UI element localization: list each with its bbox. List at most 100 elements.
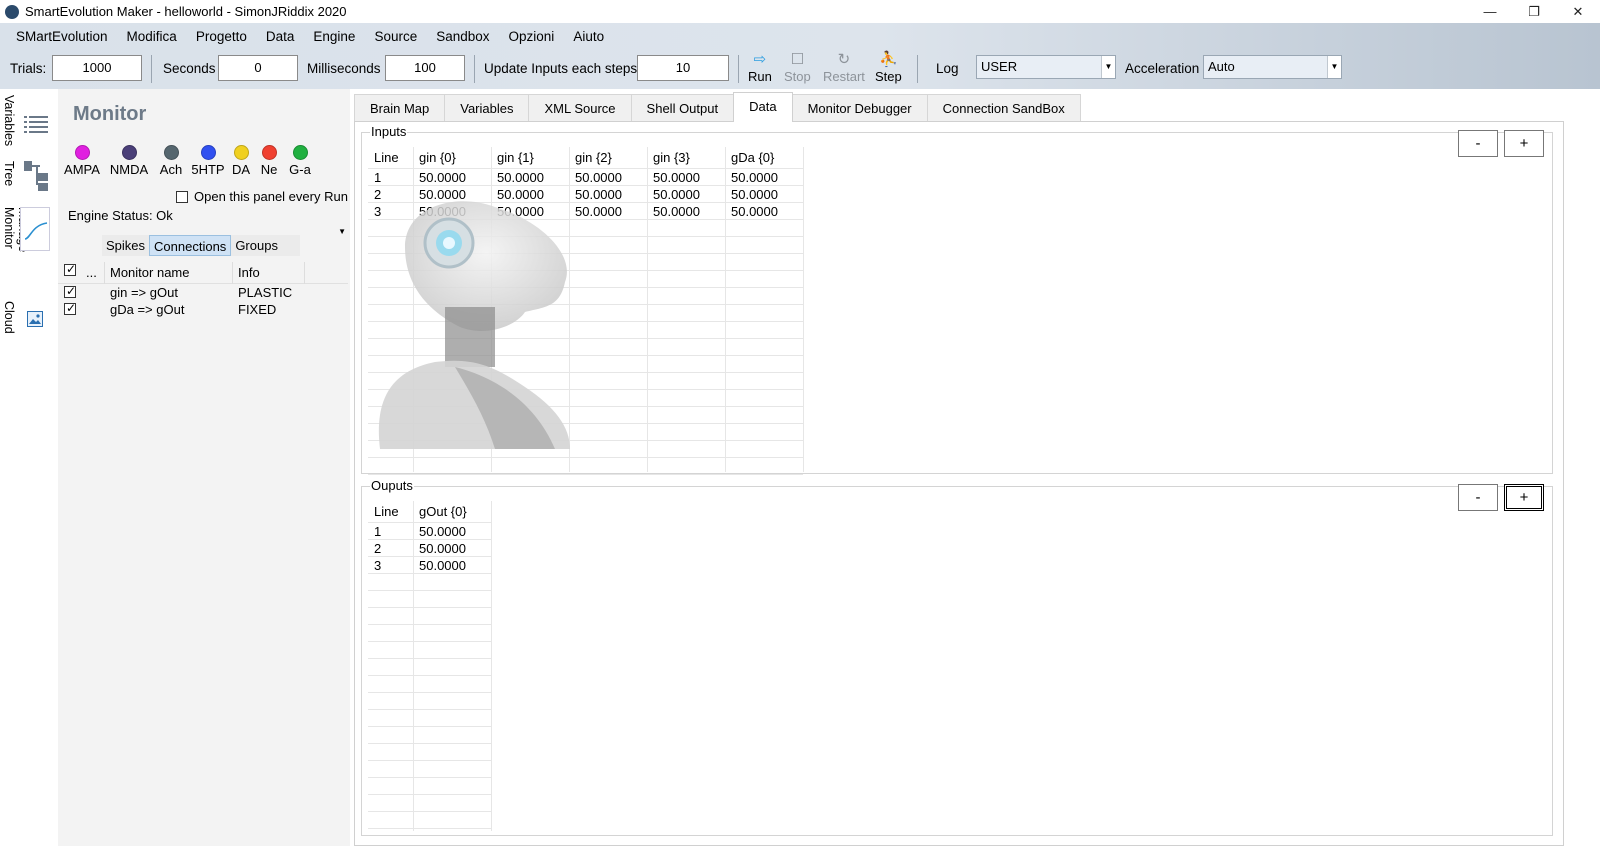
menu-source[interactable]: Source xyxy=(365,29,427,44)
subtab-groups[interactable]: Groups xyxy=(231,235,282,256)
nt-ampa[interactable]: AMPA xyxy=(63,145,101,177)
stop-button[interactable]: ☐ Stop xyxy=(784,51,811,85)
scroll-down-icon[interactable]: ▼ xyxy=(338,227,346,236)
subtab-spikes[interactable]: Spikes xyxy=(102,235,149,256)
tab-xml-source[interactable]: XML Source xyxy=(528,94,632,122)
grid-cell[interactable]: 50.0000 xyxy=(413,540,466,557)
step-button[interactable]: ⛹ Step xyxy=(875,51,902,85)
grid-cell[interactable]: 50.0000 xyxy=(725,186,778,203)
grid-column-header[interactable]: Line xyxy=(368,501,399,522)
row-line-number[interactable]: 2 xyxy=(368,540,381,557)
run-button[interactable]: ⇨ Run xyxy=(748,51,772,85)
tab-shell-output[interactable]: Shell Output xyxy=(630,94,735,122)
inputs-label: Inputs xyxy=(370,124,408,139)
menu-modifica[interactable]: Modifica xyxy=(118,29,187,44)
grid-line xyxy=(368,423,803,424)
restart-button[interactable]: ↻ Restart xyxy=(823,51,865,85)
row-line-number[interactable]: 3 xyxy=(368,203,381,220)
open-every-run-option[interactable]: Open this panel every Run xyxy=(176,189,348,204)
seconds-input[interactable]: 0 xyxy=(218,55,298,81)
col-monitor-name[interactable]: Monitor name xyxy=(110,265,189,280)
menu-sandbox[interactable]: Sandbox xyxy=(427,29,499,44)
side-tab-variables-label: Variables xyxy=(2,95,16,147)
milliseconds-input[interactable]: 100 xyxy=(385,55,465,81)
monitor-row-checkbox[interactable] xyxy=(64,301,76,315)
outputs-remove-button[interactable]: - xyxy=(1458,484,1498,511)
grid-column-header[interactable]: gin {0} xyxy=(413,147,456,168)
tab-brain-map[interactable]: Brain Map xyxy=(354,94,446,122)
update-steps-input[interactable]: 10 xyxy=(637,55,729,81)
acceleration-select[interactable]: Auto ▼ xyxy=(1203,55,1342,79)
nt-ne-dot-icon xyxy=(261,145,277,160)
grid-cell[interactable]: 50.0000 xyxy=(413,186,466,203)
nt-ne[interactable]: Ne xyxy=(258,145,280,177)
grid-cell[interactable]: 50.0000 xyxy=(647,169,700,186)
nt-ach[interactable]: Ach xyxy=(158,145,184,177)
more-icon[interactable]: ... xyxy=(86,265,97,280)
menu-smartevolution[interactable]: SMartEvolution xyxy=(0,29,118,44)
row-line-number[interactable]: 3 xyxy=(368,557,381,574)
grid-cell[interactable]: 50.0000 xyxy=(569,186,622,203)
grid-cell[interactable]: 50.0000 xyxy=(491,203,544,220)
tab-monitor-debugger[interactable]: Monitor Debugger xyxy=(791,94,928,122)
open-every-run-checkbox[interactable] xyxy=(176,190,188,203)
grid-column-header[interactable]: gin {2} xyxy=(569,147,612,168)
grid-column-header[interactable]: gOut {0} xyxy=(413,501,467,522)
window-controls: — ❐ ✕ xyxy=(1468,0,1600,23)
grid-cell[interactable]: 50.0000 xyxy=(569,169,622,186)
tree-icon xyxy=(24,161,48,191)
nt-5htp[interactable]: 5HTP xyxy=(190,145,226,177)
inputs-add-button[interactable]: + xyxy=(1504,130,1544,157)
log-select[interactable]: USER ▼ xyxy=(976,55,1116,79)
menu-aiuto[interactable]: Aiuto xyxy=(564,29,614,44)
grid-line xyxy=(368,389,803,390)
monitor-row[interactable]: gDa => gOut FIXED xyxy=(58,301,348,318)
side-tab-manage-monitor[interactable]: Manage Monitor xyxy=(0,207,56,297)
subtab-connections[interactable]: Connections xyxy=(149,235,232,256)
grid-cell[interactable]: 50.0000 xyxy=(647,186,700,203)
row-line-number[interactable]: 1 xyxy=(368,169,381,186)
nt-nmda[interactable]: NMDA xyxy=(108,145,150,177)
restore-button[interactable]: ❐ xyxy=(1512,0,1556,23)
col-info[interactable]: Info xyxy=(238,265,260,280)
grid-column-header[interactable]: gin {1} xyxy=(491,147,534,168)
grid-cell[interactable]: 50.0000 xyxy=(725,203,778,220)
trials-input[interactable]: 1000 xyxy=(52,55,142,81)
grid-cell[interactable]: 50.0000 xyxy=(413,169,466,186)
grid-cell[interactable]: 50.0000 xyxy=(491,169,544,186)
grid-cell[interactable]: 50.0000 xyxy=(491,186,544,203)
menu-engine[interactable]: Engine xyxy=(304,29,365,44)
monitor-row-checkbox[interactable] xyxy=(64,284,76,298)
grid-line xyxy=(368,658,491,659)
tab-variables[interactable]: Variables xyxy=(444,94,530,122)
grid-cell[interactable]: 50.0000 xyxy=(413,523,466,540)
side-tab-tree[interactable]: Tree xyxy=(0,161,56,201)
menu-data[interactable]: Data xyxy=(257,29,305,44)
grid-column-header[interactable]: gDa {0} xyxy=(725,147,774,168)
select-all-checkbox[interactable] xyxy=(64,262,76,276)
inputs-remove-button[interactable]: - xyxy=(1458,130,1498,157)
side-tab-tree-label: Tree xyxy=(2,161,16,187)
grid-column-header[interactable]: gin {3} xyxy=(647,147,690,168)
tab-data[interactable]: Data xyxy=(733,92,793,122)
nt-da[interactable]: DA xyxy=(230,145,252,177)
nt-ga[interactable]: G-a xyxy=(287,145,313,177)
menu-progetto[interactable]: Progetto xyxy=(187,29,257,44)
list-icon xyxy=(24,116,48,133)
grid-cell[interactable]: 50.0000 xyxy=(413,557,466,574)
grid-cell[interactable]: 50.0000 xyxy=(569,203,622,220)
tab-connection-sandbox[interactable]: Connection SandBox xyxy=(926,94,1081,122)
grid-cell[interactable]: 50.0000 xyxy=(647,203,700,220)
grid-column-header[interactable]: Line xyxy=(368,147,399,168)
monitor-row[interactable]: gin => gOut PLASTIC xyxy=(58,284,348,301)
side-tab-cloud[interactable]: Cloud xyxy=(0,301,56,351)
menu-opzioni[interactable]: Opzioni xyxy=(500,29,565,44)
close-button[interactable]: ✕ xyxy=(1556,0,1600,23)
grid-cell[interactable]: 50.0000 xyxy=(413,203,466,220)
side-tab-variables[interactable]: Variables xyxy=(0,95,56,147)
grid-cell[interactable]: 50.0000 xyxy=(725,169,778,186)
row-line-number[interactable]: 2 xyxy=(368,186,381,203)
row-line-number[interactable]: 1 xyxy=(368,523,381,540)
outputs-add-button[interactable]: + xyxy=(1504,484,1544,511)
minimize-button[interactable]: — xyxy=(1468,0,1512,23)
